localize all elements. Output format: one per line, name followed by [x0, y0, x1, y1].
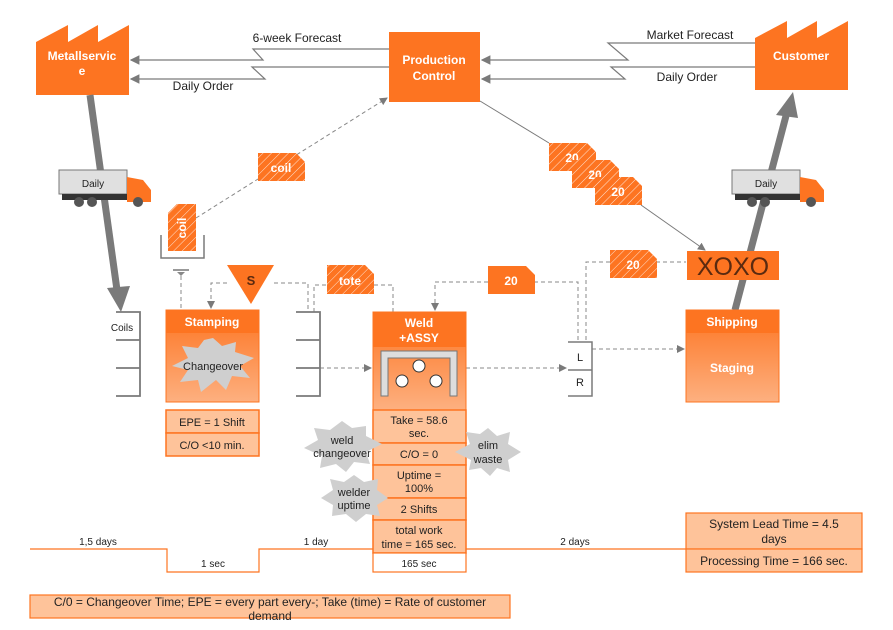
coil-withdrawal-kanban[interactable]: coil — [258, 153, 305, 181]
burst-label: changeover — [313, 448, 371, 460]
value-stream-map: Metallservic e Production Control Custom… — [0, 0, 893, 630]
burst-label: elim — [478, 440, 498, 452]
pc-label: Production — [402, 53, 465, 67]
process-title: Shipping — [706, 315, 757, 329]
daily-order-label-left: Daily Order — [173, 79, 234, 93]
process-time-label: 1 sec — [201, 559, 225, 570]
production-control[interactable]: Production Control — [389, 32, 480, 102]
process-title-cont: +ASSY — [399, 331, 439, 345]
market-forecast-arrow — [480, 42, 755, 65]
production-kanban-solid[interactable]: 20 — [488, 266, 535, 294]
stamping-data-box: EPE = 1 Shift C/O <10 min. — [165, 409, 260, 457]
data-cell: Uptime = — [397, 470, 441, 482]
truck-frequency-label: Daily — [755, 179, 777, 190]
process-title: Weld — [405, 316, 433, 330]
supermarket-l-label: L — [577, 352, 583, 364]
truck-frequency-label: Daily — [82, 179, 104, 190]
kanban-label: 20 — [626, 258, 640, 272]
kanban-label: 20 — [504, 274, 518, 288]
timeline: 1,5 days 1 sec 1 day 165 sec 2 days — [30, 537, 686, 573]
outbound-truck: Daily — [731, 169, 824, 207]
process-time-label: 165 sec — [401, 559, 436, 570]
process-body: Staging — [710, 361, 754, 375]
wait-time-label: 1,5 days — [79, 537, 117, 548]
data-cell: 2 Shifts — [401, 504, 438, 516]
legend-box: C/0 = Changeover Time; EPE = every part … — [29, 594, 511, 623]
data-cell: 100% — [405, 483, 433, 495]
schedule-label: S — [247, 273, 256, 288]
kanban-label: coil — [271, 161, 292, 175]
coils-label: Coils — [111, 323, 133, 334]
data-cell: EPE = 1 Shift — [179, 417, 245, 429]
six-week-forecast-arrow — [129, 48, 389, 65]
coil-signal-kanban[interactable]: coil — [160, 204, 205, 259]
pc-label-cont: Control — [413, 69, 456, 83]
process-title: Stamping — [185, 315, 240, 329]
lead-time-cont: days — [761, 532, 786, 546]
supplier-name: Metallservic — [48, 49, 117, 63]
data-cell: time = 165 sec. — [382, 539, 457, 551]
processing-time: Processing Time = 166 sec. — [700, 554, 848, 568]
stamped-parts-supermarket — [296, 311, 321, 397]
supplier-factory[interactable]: Metallservic e — [36, 25, 129, 95]
wait-time-label: 2 days — [560, 537, 589, 548]
daily-order-label-right: Daily Order — [657, 70, 718, 84]
legend-text-cont: demand — [248, 609, 291, 623]
kanban-label: 20 — [611, 185, 625, 199]
wait-time-label: 1 day — [304, 537, 328, 548]
process-weld-assy[interactable]: Weld +ASSY — [372, 311, 467, 411]
supplier-name-cont: e — [79, 64, 86, 78]
burst-label: weld — [330, 435, 354, 447]
tote-kanban[interactable]: tote — [327, 265, 374, 294]
data-cell: Take = 58.6 — [390, 415, 447, 427]
burst-label: waste — [473, 454, 503, 466]
kanban-label: coil — [175, 218, 189, 239]
kanban-label: tote — [339, 274, 361, 288]
summary-box: System Lead Time = 4.5 days Processing T… — [685, 512, 863, 573]
six-week-forecast-label: 6-week Forecast — [253, 31, 342, 45]
load-leveling-label: XOXO — [697, 253, 769, 281]
daily-order-arrow-left — [129, 66, 389, 84]
schedule-triangle: S — [227, 265, 274, 304]
lead-time: System Lead Time = 4.5 — [709, 517, 839, 531]
withdrawal-kanban-20[interactable]: 20 — [610, 250, 657, 278]
burst-label: welder — [337, 487, 371, 499]
process-shipping[interactable]: Shipping Staging — [685, 309, 780, 403]
customer-name: Customer — [773, 49, 829, 63]
load-leveling-box: XOXO — [687, 251, 779, 281]
data-cell: sec. — [409, 428, 429, 440]
process-stamping[interactable]: Stamping Changeover — [165, 309, 260, 403]
burst-label: uptime — [337, 500, 370, 512]
legend-text: C/0 = Changeover Time; EPE = every part … — [54, 595, 486, 609]
data-cell: C/O = 0 — [400, 449, 438, 461]
weld-data-box: Take = 58.6 sec. C/O = 0 Uptime = 100% 2… — [372, 409, 467, 554]
supermarket-r-label: R — [576, 377, 584, 389]
customer-factory[interactable]: Customer — [755, 21, 848, 90]
production-kanban-batch[interactable]: 20 20 20 — [549, 143, 642, 205]
data-cell: C/O <10 min. — [179, 440, 244, 452]
diagram-canvas: Metallservic e Production Control Custom… — [29, 21, 863, 623]
finished-goods-supermarket: L R — [568, 341, 593, 397]
burst-label: Changeover — [183, 361, 243, 373]
data-cell: total work — [395, 525, 443, 537]
market-forecast-label: Market Forecast — [647, 28, 734, 42]
